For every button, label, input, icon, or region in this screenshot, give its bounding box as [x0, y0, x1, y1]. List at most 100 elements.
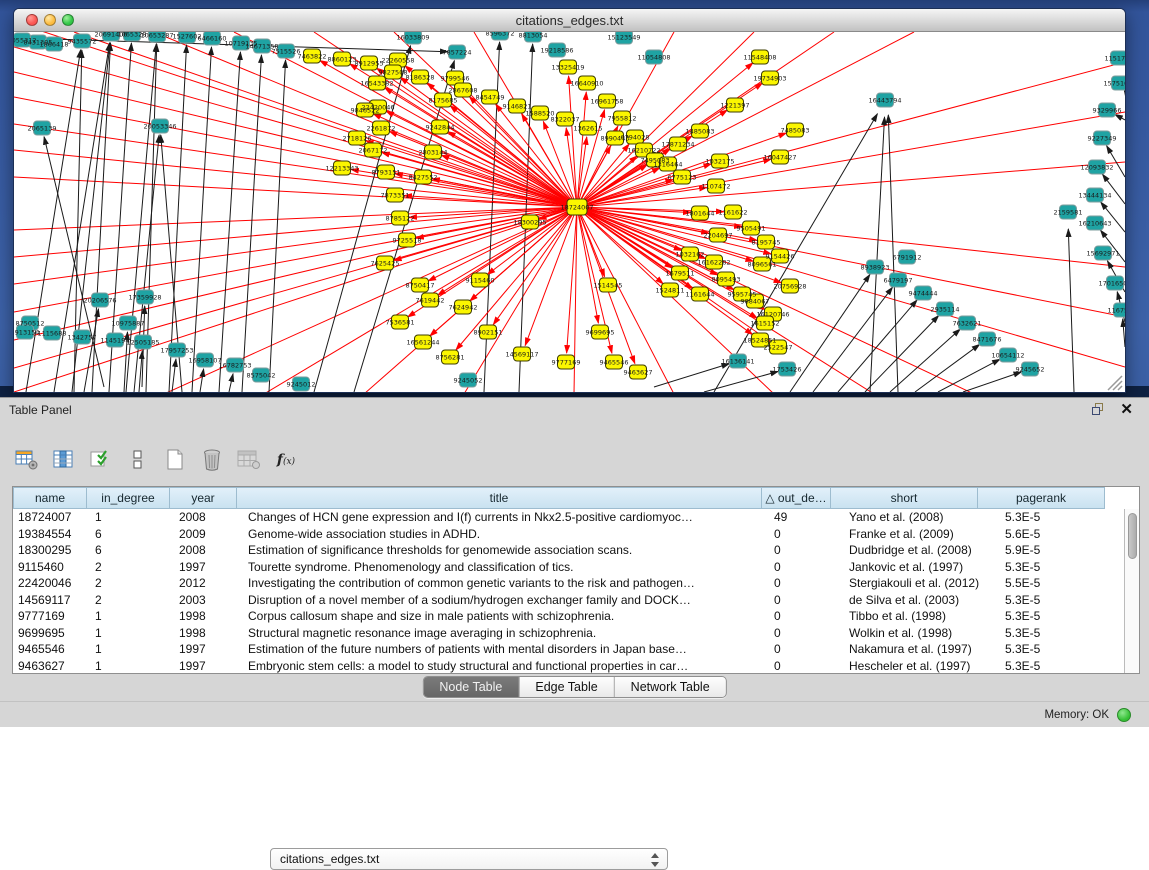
column-header-pagerank[interactable]: pagerank [977, 487, 1105, 509]
node-label: 8793151 [372, 168, 401, 176]
import-table-icon[interactable] [236, 447, 262, 473]
float-window-icon[interactable] [1092, 403, 1105, 416]
table-cell: 0 [765, 592, 835, 609]
resize-grip-icon[interactable] [1108, 376, 1122, 390]
table-row[interactable]: 946362711997Embryonic stem cells: a mode… [13, 658, 1124, 674]
node-label: 9242844 [426, 123, 455, 131]
column-header-short[interactable]: short [830, 487, 978, 509]
close-panel-icon[interactable]: ✕ [1120, 400, 1133, 418]
node-label: 8938923 [861, 263, 890, 271]
table-row[interactable]: 2242004622012Investigating the contribut… [13, 575, 1124, 592]
tab-node-table[interactable]: Node Table [423, 677, 519, 697]
table-cell: 5.3E-5 [983, 641, 1111, 658]
tab-edge-table[interactable]: Edge Table [519, 677, 614, 697]
node-label: 7857224 [443, 48, 472, 56]
node-label: 17016504 [1098, 279, 1125, 287]
node-label: 20756928 [773, 282, 806, 290]
table-cell: de Silva et al. (2003) [835, 592, 983, 609]
node-label: 9227349 [1088, 134, 1117, 142]
node-label: 16162282 [697, 258, 730, 266]
node-label: 20206576 [83, 296, 116, 304]
node-label: 6794028 [621, 133, 650, 141]
node-label: 2065139 [28, 124, 57, 132]
node-label: 15692971 [1086, 249, 1119, 257]
scrollbar-thumb[interactable] [1128, 513, 1137, 559]
table-row[interactable]: 946554611997Estimation of the future num… [13, 641, 1124, 658]
node-label: 16443794 [868, 96, 901, 104]
table-row[interactable]: 1938455462009Genome-wide association stu… [13, 526, 1124, 543]
table-cell: 2 [87, 575, 171, 592]
table-cell: 22420046 [13, 575, 87, 592]
table-cell: 1998 [171, 608, 239, 625]
network-window: citations_edges.txt 18724007886012389129… [13, 8, 1126, 393]
row-height-icon[interactable] [125, 447, 151, 473]
table-cell: 2 [87, 592, 171, 609]
table-row[interactable]: 911546021997Tourette syndrome. Phenomeno… [13, 559, 1124, 576]
table-row[interactable]: 969969511998Structural magnetic resonanc… [13, 625, 1124, 642]
node-label: 2159581 [1054, 208, 1083, 216]
node-label: 14569117 [505, 350, 538, 358]
node-label: 16640910 [570, 79, 603, 87]
table-cell: 9465546 [13, 641, 87, 658]
node-label: 1316464 [654, 160, 683, 168]
node-label: 1801644 [686, 209, 715, 217]
table-toolbar: f(x) [14, 444, 299, 476]
table-cell: 5.3E-5 [983, 608, 1111, 625]
table-cell: 1 [87, 608, 171, 625]
table-scrollbar[interactable] [1124, 509, 1139, 673]
node-label: 8750512 [16, 319, 45, 327]
memory-status-icon[interactable] [1117, 708, 1131, 722]
node-label: 19218586 [540, 46, 573, 54]
table-row[interactable]: 1830029562008Estimation of significance … [13, 542, 1124, 559]
node-label: 8785122 [386, 214, 415, 222]
node-label: 2067172 [359, 146, 388, 154]
table-row[interactable]: 1872400712008Changes of HCN gene express… [13, 509, 1124, 526]
show-columns-icon[interactable] [51, 447, 77, 473]
node-label: 9463627 [624, 368, 653, 376]
column-header-year[interactable]: year [169, 487, 237, 509]
node-label: 8596372 [486, 32, 515, 37]
table-selector-value: citations_edges.txt [280, 852, 379, 866]
network-canvas[interactable]: 1872400788601238912955222605589827508165… [14, 32, 1125, 392]
column-header-title[interactable]: title [236, 487, 762, 509]
node-label: 1866418 [40, 40, 69, 48]
node-label: 10654112 [991, 351, 1024, 359]
node-label: 16120746 [756, 310, 789, 318]
node-label: 1032175 [706, 157, 735, 165]
node-label: 9329966 [1093, 106, 1122, 114]
column-header-out_de[interactable]: △ out_de… [761, 487, 831, 509]
node-label: 1221397 [721, 101, 750, 109]
window-titlebar[interactable]: citations_edges.txt [14, 9, 1125, 32]
node-label: 9154426 [766, 252, 795, 260]
delete-column-icon[interactable] [199, 447, 225, 473]
tab-network-table[interactable]: Network Table [615, 677, 726, 697]
table-cell: Investigating the contribution of common… [239, 575, 765, 592]
node-label: 2261872 [367, 124, 396, 132]
table-row[interactable]: 1456911722003Disruption of a novel membe… [13, 592, 1124, 609]
dropdown-stepper-icon [651, 852, 660, 868]
table-header-row: namein_degreeyeartitle△ out_de…shortpage… [13, 487, 1124, 509]
table-cell: 18724007 [13, 509, 87, 526]
table-cell: 2009 [171, 526, 239, 543]
table-cell: 2012 [171, 575, 239, 592]
table-mode-icon[interactable] [14, 447, 40, 473]
node-label: 7632621 [953, 319, 982, 327]
node-label: 9799546 [441, 74, 470, 82]
node-label: 8427552 [409, 173, 438, 181]
column-header-in_degree[interactable]: in_degree [86, 487, 170, 509]
column-header-name[interactable]: name [13, 487, 87, 509]
table-panel-header: Table Panel ✕ [0, 398, 1149, 422]
create-column-icon[interactable] [162, 447, 188, 473]
node-label: 18300295 [513, 218, 546, 226]
function-builder-icon[interactable]: f(x) [273, 447, 299, 473]
node-label: 1107472 [702, 182, 731, 190]
table-cell: 5.3E-5 [983, 658, 1111, 674]
table-cell: 1 [87, 641, 171, 658]
table-row[interactable]: 977716911998Corpus callosum shape and si… [13, 608, 1124, 625]
select-columns-icon[interactable] [88, 447, 114, 473]
node-label: 16958107 [188, 356, 221, 364]
table-cell: 1 [87, 509, 171, 526]
node-label: 8322037 [551, 115, 580, 123]
table-cell: 6 [87, 526, 171, 543]
table-selector-dropdown[interactable]: citations_edges.txt [270, 848, 668, 870]
